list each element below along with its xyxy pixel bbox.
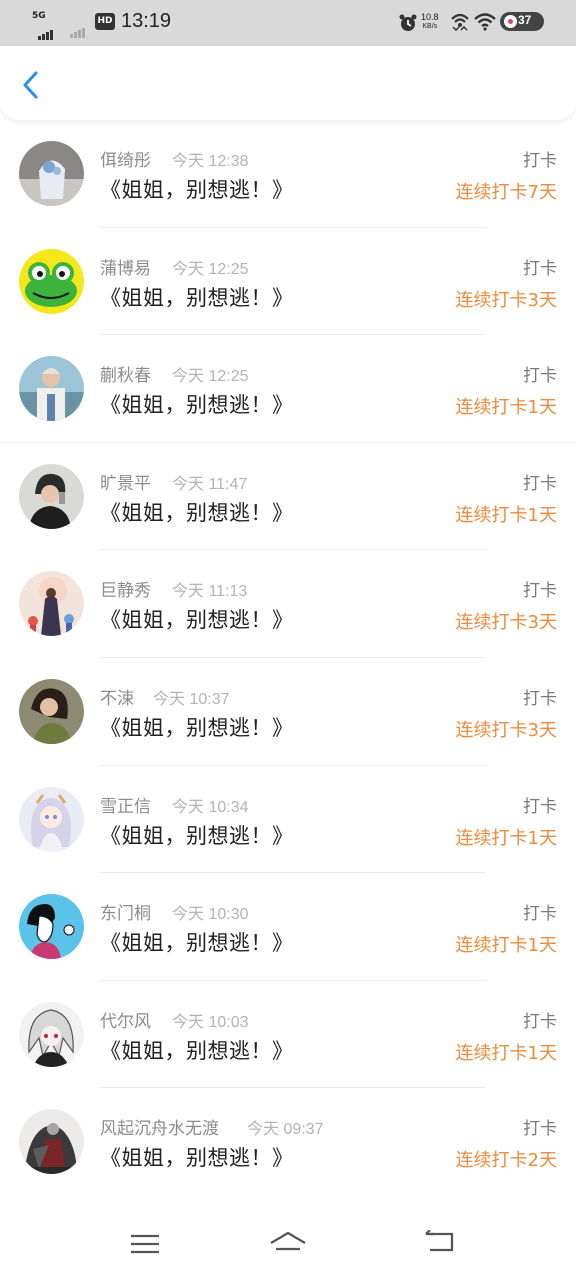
avatar[interactable] [19,356,84,422]
post-time: 今天 10:34 [172,798,249,816]
battery-indicator: 37 [500,12,544,31]
chevron-left-icon[interactable] [16,68,46,102]
menu-icon[interactable] [125,1230,165,1258]
post-time: 今天 10:03 [172,1013,249,1031]
streak-count: 连续打卡3天 [455,719,557,741]
post-time: 今天 10:30 [172,906,249,924]
user-name[interactable]: 风起沉舟水无渡 [100,1114,219,1139]
checkin-tag: 打卡 [523,1011,557,1032]
post-time: 今天 12:25 [172,368,249,386]
checkin-tag: 打卡 [523,796,557,817]
hd-badge: HD [95,13,115,30]
book-title[interactable]: 《姐姐，别想逃！》 [100,927,294,957]
post-time: 今天 09:37 [247,1121,324,1139]
checkin-tag: 打卡 [523,581,557,602]
network-type: 5G [32,11,46,21]
wifi-icon [474,13,496,31]
network-speed: 10.8 KB/s [421,12,439,32]
streak-count: 连续打卡7天 [455,182,557,203]
book-title[interactable]: 《姐姐，别想逃！》 [100,820,294,850]
data-transfer-icon [451,13,469,31]
checkin-tag: 打卡 [523,1119,557,1140]
list-item[interactable]: 雪正信 今天 10:34 《姐姐，别想逃！》 打卡 连续打卡1天 [0,766,576,874]
speed-unit: KB/s [422,23,438,30]
list-item[interactable]: 蒲博易 今天 12:25 《姐姐，别想逃！》 打卡 连续打卡3天 [0,228,576,336]
avatar[interactable] [19,786,84,852]
avatar[interactable] [19,894,84,960]
clock: 13:19 [121,10,172,32]
avatar[interactable] [19,1001,84,1067]
checkin-tag: 打卡 [523,904,557,925]
status-bar: 5G HD 13:19 10.8 KB/s 37 [0,0,576,46]
avatar[interactable] [19,463,84,529]
list-item[interactable]: 巨静秀 今天 11:13 《姐姐，别想逃！》 打卡 连续打卡3天 [0,550,576,658]
streak-count: 连续打卡3天 [455,289,557,311]
book-title[interactable]: 《姐姐，别想逃！》 [100,1142,294,1172]
list-item[interactable]: 佴绮彤 今天 12:38 《姐姐，别想逃！》 打卡 连续打卡7天 [0,120,576,228]
home-icon[interactable] [268,1230,308,1258]
checkin-tag: 打卡 [523,473,557,494]
list-item[interactable]: 东门桐 今天 10:30 《姐姐，别想逃！》 打卡 连续打卡1天 [0,873,576,981]
list-item[interactable]: 不涑 今天 10:37 《姐姐，别想逃！》 打卡 连续打卡3天 [0,658,576,766]
avatar[interactable] [19,1109,84,1175]
user-name[interactable]: 雪正信 [100,792,151,817]
system-navigation-bar [0,1196,576,1280]
book-title[interactable]: 《姐姐，别想逃！》 [100,389,294,419]
speed-value: 10.8 [421,12,439,22]
book-title[interactable]: 《姐姐，别想逃！》 [100,174,294,204]
checkin-tag: 打卡 [523,151,557,171]
secondary-signal-icon [70,19,86,38]
list-item[interactable]: 蒯秋春 今天 12:25 《姐姐，别想逃！》 打卡 连续打卡1天 [0,335,576,443]
streak-count: 连续打卡1天 [455,397,557,419]
user-name[interactable]: 佴绮彤 [100,146,151,171]
book-title[interactable]: 《姐姐，别想逃！》 [100,282,294,312]
streak-count: 连续打卡1天 [455,935,557,957]
user-name[interactable]: 东门桐 [100,899,151,924]
charging-icon [504,15,517,28]
streak-count: 连续打卡1天 [455,1042,557,1064]
user-name[interactable]: 蒲博易 [100,254,151,279]
checkin-feed-list: 佴绮彤 今天 12:38 《姐姐，别想逃！》 打卡 连续打卡7天 蒲博易 今天 … [0,120,576,1196]
streak-count: 连续打卡1天 [455,504,557,526]
user-name[interactable]: 蒯秋春 [100,361,151,386]
checkin-tag: 打卡 [523,688,557,709]
checkin-tag: 打卡 [523,366,557,387]
streak-count: 连续打卡2天 [455,1150,557,1172]
user-name[interactable]: 代尔风 [100,1007,151,1032]
list-item[interactable]: 风起沉舟水无渡 今天 09:37 《姐姐，别想逃！》 打卡 连续打卡2天 [0,1088,576,1196]
user-name[interactable]: 不涑 [100,684,134,709]
battery-level: 37 [518,13,532,27]
post-time: 今天 10:37 [153,690,230,708]
book-title[interactable]: 《姐姐，别想逃！》 [100,1035,294,1065]
avatar[interactable] [19,571,84,637]
user-name[interactable]: 巨静秀 [100,576,151,601]
return-icon[interactable] [420,1230,460,1258]
book-title[interactable]: 《姐姐，别想逃！》 [100,604,294,634]
top-navigation-bar [0,46,576,120]
post-time: 今天 11:13 [172,583,248,601]
checkin-tag: 打卡 [523,258,557,279]
list-item[interactable]: 旷景平 今天 11:47 《姐姐，别想逃！》 打卡 连续打卡1天 [0,443,576,551]
alarm-icon [399,14,417,31]
avatar[interactable] [19,248,84,314]
post-time: 今天 11:47 [172,475,248,493]
book-title[interactable]: 《姐姐，别想逃！》 [100,497,294,527]
list-item[interactable]: 代尔风 今天 10:03 《姐姐，别想逃！》 打卡 连续打卡1天 [0,981,576,1089]
post-time: 今天 12:25 [172,260,249,278]
cellular-signal-icon: 5G [32,11,62,40]
user-name[interactable]: 旷景平 [100,469,151,494]
post-time: 今天 12:38 [172,153,249,170]
avatar[interactable] [19,678,84,744]
avatar[interactable] [19,141,84,206]
book-title[interactable]: 《姐姐，别想逃！》 [100,712,294,742]
streak-count: 连续打卡3天 [455,612,557,634]
streak-count: 连续打卡1天 [455,827,557,849]
